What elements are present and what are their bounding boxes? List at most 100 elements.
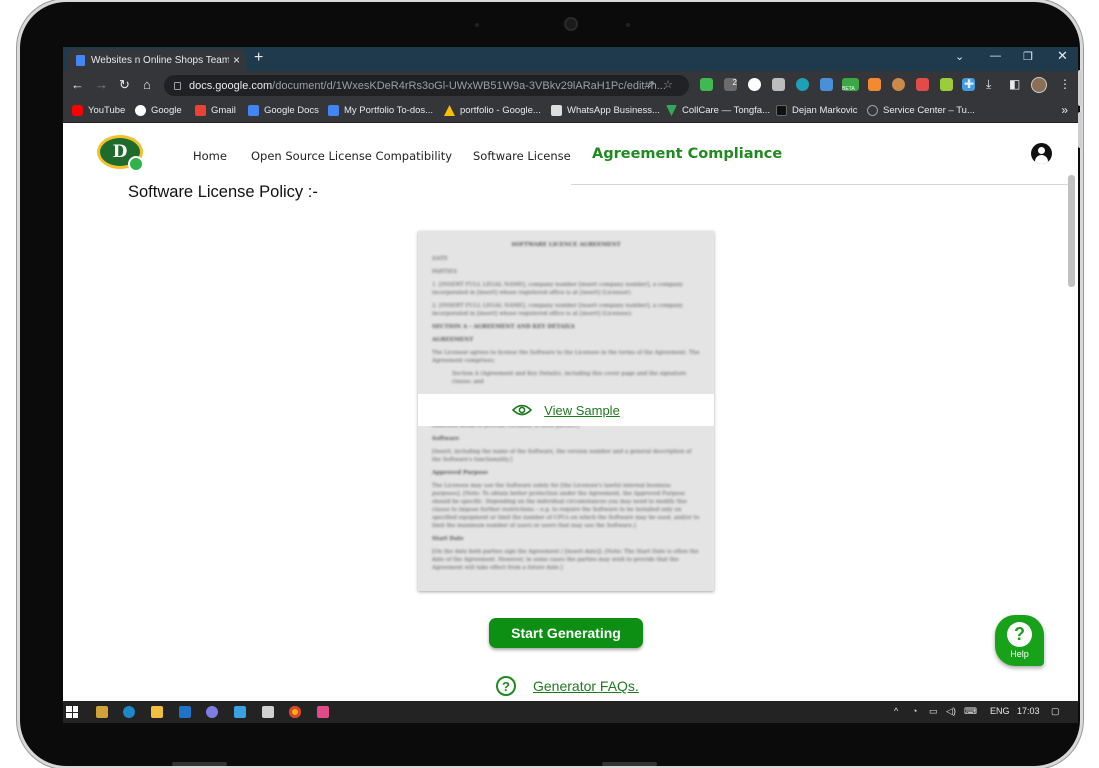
document-preview[interactable]: SOFTWARE LICENCE AGREEMENT DATE PARTIES …	[418, 231, 714, 591]
h-extension-icon[interactable]	[748, 78, 761, 91]
bookmark-label: WhatsApp Business...	[567, 105, 660, 116]
nav-software-license[interactable]: Software License	[473, 149, 571, 163]
doc-line: SECTION A - AGREEMENT AND KEY DETAILS	[432, 324, 575, 330]
wp-extension-icon[interactable]	[820, 78, 833, 91]
shield-extension-icon[interactable]	[700, 78, 713, 91]
restore-icon[interactable]: ❐	[1023, 50, 1033, 63]
bookmark-gmail[interactable]: Gmail	[195, 105, 236, 116]
google-icon	[135, 105, 146, 116]
tab-search-icon[interactable]: ⌄	[955, 50, 964, 63]
m-extension-icon[interactable]	[796, 78, 809, 91]
nav-home[interactable]: Home	[193, 149, 227, 163]
forward-icon[interactable]: →	[95, 77, 108, 92]
bookmark-portfolio-todos[interactable]: My Portfolio To-dos...	[328, 105, 433, 116]
notifications-icon[interactable]: ▢	[1051, 706, 1060, 717]
camera-extension-icon[interactable]	[772, 78, 785, 91]
bookmark-google[interactable]: Google	[135, 105, 182, 116]
bookmark-youtube[interactable]: YouTube	[72, 105, 125, 116]
edge-icon[interactable]	[123, 706, 135, 718]
page-scrollbar[interactable]	[1068, 175, 1075, 287]
bookmark-collcare[interactable]: CollCare — Tongfa...	[666, 105, 770, 116]
bookmark-label: Dejan Markovic	[792, 105, 858, 116]
owl-extension-icon[interactable]	[892, 78, 905, 91]
bookmark-label: Google Docs	[264, 105, 319, 116]
generator-faqs-link[interactable]: Generator FAQs.	[533, 678, 639, 694]
whatsapp-business-icon	[551, 105, 562, 116]
bookmark-label: Gmail	[211, 105, 236, 116]
doc-line: Approved Purpose	[432, 470, 489, 476]
side-panel-icon[interactable]: ◧	[1009, 77, 1020, 91]
lock-icon	[174, 81, 181, 90]
back-icon[interactable]: ←	[71, 77, 84, 92]
beta-extension-icon[interactable]: BETA	[842, 78, 859, 92]
keyboard-icon[interactable]: ⌨	[964, 706, 977, 717]
bookmark-service-center[interactable]: Service Center – Tu...	[867, 105, 975, 116]
discord-icon[interactable]	[206, 706, 218, 718]
extensions-puzzle-icon[interactable]: ✚	[964, 77, 974, 91]
figma-icon[interactable]	[317, 706, 329, 718]
home-icon[interactable]: ⌂	[143, 77, 151, 92]
user-account-icon[interactable]	[1031, 143, 1052, 164]
volume-icon[interactable]: ◁)	[946, 706, 956, 717]
bookmark-label: Service Center – Tu...	[883, 105, 975, 116]
view-sample-link[interactable]: View Sample	[544, 403, 620, 418]
help-button[interactable]: ? Help	[995, 615, 1044, 666]
frame-notch-left	[172, 762, 227, 766]
bookmark-dejan-markovic[interactable]: Dejan Markovic	[776, 105, 857, 116]
reload-icon[interactable]: ↻	[119, 77, 130, 93]
screenshot-extension-icon[interactable]	[916, 78, 929, 91]
doc-line: [Insert, including the name of the Softw…	[432, 449, 692, 463]
bookmark-portfolio-drive[interactable]: portfolio - Google...	[444, 105, 541, 116]
language-indicator[interactable]: ENG	[990, 706, 1010, 716]
bookmark-google-docs[interactable]: Google Docs	[248, 105, 319, 116]
close-tab-icon[interactable]: ×	[233, 53, 240, 67]
task-view-icon[interactable]	[96, 706, 108, 718]
bookmark-label: My Portfolio To-dos...	[344, 105, 434, 116]
doc-line: 2. [INSERT FULL LEGAL NAME], company num…	[432, 303, 683, 317]
d-extension-icon[interactable]	[940, 78, 953, 91]
menu-dots-icon[interactable]: ⋮	[1059, 77, 1071, 91]
start-generating-button[interactable]: Start Generating	[489, 618, 643, 648]
doc-heading: SOFTWARE LICENCE AGREEMENT	[511, 242, 621, 248]
doc-line: DATE	[432, 256, 448, 262]
mail-icon[interactable]	[179, 706, 191, 718]
docs-icon	[248, 105, 259, 116]
browser-tab[interactable]: Websites n Online Shops Team - ×	[68, 49, 246, 71]
site-logo[interactable]: D	[97, 135, 144, 172]
browser-toolbar: ← → ↻ ⌂ docs.google.com /document/d/1Wxe…	[63, 71, 1078, 99]
bookmark-whatsapp[interactable]: WhatsApp Business...	[551, 105, 660, 116]
chrome-icon[interactable]	[289, 706, 301, 718]
logo-letter: D	[112, 142, 128, 162]
profile-avatar[interactable]	[1031, 77, 1047, 93]
battery-icon[interactable]: ▭	[929, 706, 938, 717]
nav-open-source-license-compatibility[interactable]: Open Source License Compatibility	[251, 149, 452, 163]
a-extension-icon[interactable]	[868, 78, 881, 91]
view-sample-bar[interactable]: View Sample	[418, 394, 714, 426]
share-and-bookmark-icons[interactable]: ⇗☆	[646, 78, 681, 91]
generator-faqs[interactable]: ? Generator FAQs.	[496, 676, 639, 696]
page-title: Software License Policy :-	[128, 183, 318, 201]
sensor-right	[626, 23, 630, 27]
more-bookmarks-icon[interactable]: »	[1061, 103, 1068, 117]
minimize-icon[interactable]: —	[990, 50, 1001, 62]
windows-start-icon[interactable]	[66, 706, 78, 718]
close-window-icon[interactable]: ✕	[1057, 48, 1068, 64]
bookmarks-bar: YouTube Google Gmail Google Docs My Port…	[63, 99, 1078, 123]
nav-agreement-compliance[interactable]: Agreement Compliance	[592, 146, 782, 162]
docs-icon	[328, 105, 339, 116]
bookmark-label: Google	[151, 105, 182, 116]
bookmark-label: YouTube	[88, 105, 126, 116]
web-page: D Home Open Source License Compatibility…	[63, 123, 1078, 701]
app-icon[interactable]	[234, 706, 246, 718]
address-bar[interactable]: docs.google.com /document/d/1WxesKDeR4rR…	[164, 75, 689, 96]
snipping-tool-icon[interactable]	[262, 706, 274, 718]
doc-line: The Licensor agrees to license the Softw…	[432, 350, 700, 364]
file-explorer-icon[interactable]	[151, 706, 163, 718]
camera	[564, 17, 578, 31]
network-icon[interactable]: ◔	[912, 706, 917, 716]
counter-extension-icon[interactable]: 2	[724, 78, 737, 91]
new-tab-icon[interactable]: +	[254, 49, 263, 67]
download-icon[interactable]: ⤓	[986, 77, 991, 92]
clock[interactable]: 17:03	[1017, 706, 1040, 716]
show-hidden-icons[interactable]: ^	[894, 706, 898, 716]
